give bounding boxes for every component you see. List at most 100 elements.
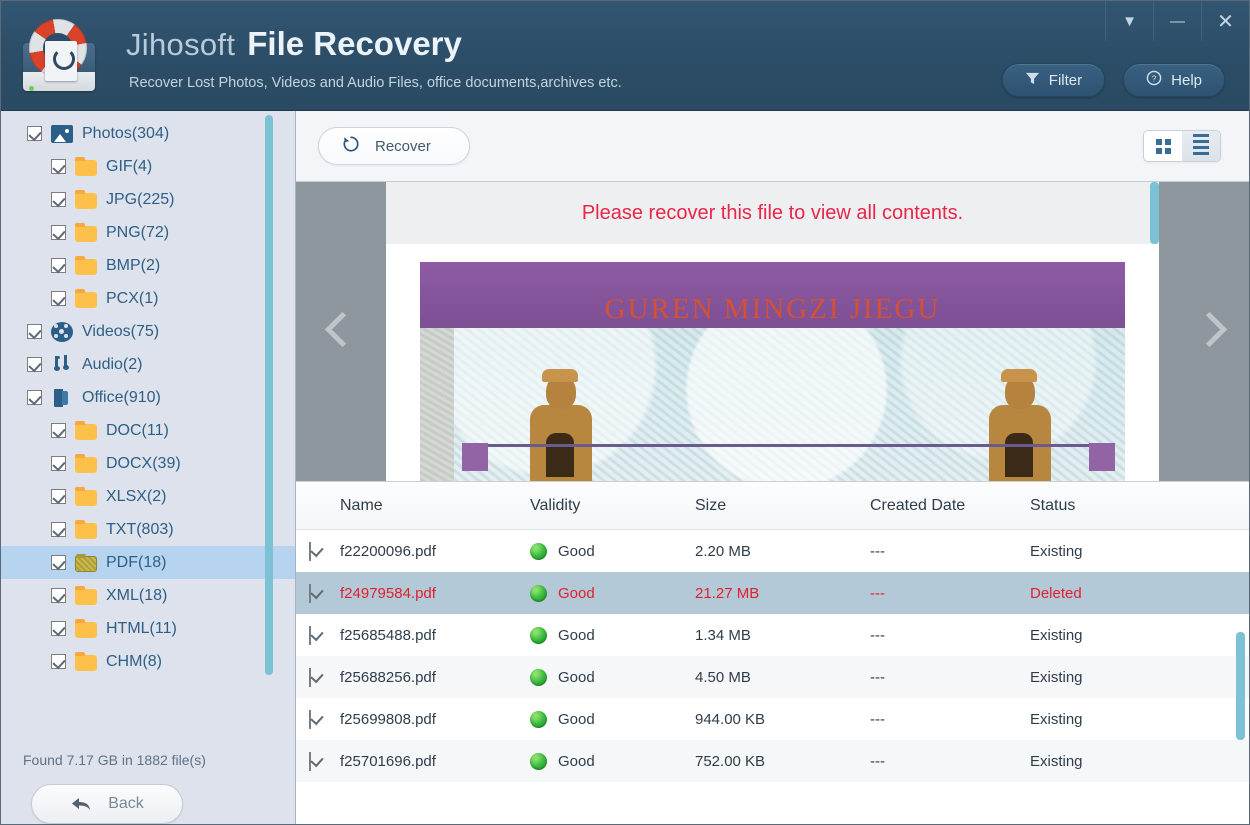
checkbox[interactable] bbox=[51, 555, 66, 570]
sidebar-item-label: Videos(75) bbox=[82, 322, 160, 340]
checkbox[interactable] bbox=[51, 192, 66, 207]
row-checkbox[interactable] bbox=[309, 751, 311, 771]
list-view-button[interactable] bbox=[1182, 131, 1220, 161]
row-checkbox-cell bbox=[296, 709, 340, 729]
checkbox[interactable] bbox=[51, 654, 66, 669]
table-row[interactable]: f25685488.pdf Good 1.34 MB --- Existing bbox=[296, 614, 1249, 656]
help-button[interactable]: ? Help bbox=[1123, 63, 1225, 97]
sidebar-item-docx[interactable]: DOCX(39) bbox=[1, 447, 295, 480]
checkbox[interactable] bbox=[51, 456, 66, 471]
sidebar-item-xlsx[interactable]: XLSX(2) bbox=[1, 480, 295, 513]
back-arrow-icon bbox=[70, 795, 92, 813]
checkbox[interactable] bbox=[27, 390, 42, 405]
table-row[interactable]: f25701696.pdf Good 752.00 KB --- Existing bbox=[296, 740, 1249, 782]
sidebar-item-label: PNG(72) bbox=[106, 223, 170, 241]
column-header-name[interactable]: Name bbox=[340, 497, 530, 515]
sidebar-item-chm[interactable]: CHM(8) bbox=[1, 645, 295, 678]
validity-cell: Good bbox=[530, 752, 695, 770]
checkbox[interactable] bbox=[51, 225, 66, 240]
checkbox[interactable] bbox=[27, 126, 42, 141]
table-row[interactable]: f24979584.pdf Good 21.27 MB --- Deleted bbox=[296, 572, 1249, 614]
checkbox[interactable] bbox=[27, 357, 42, 372]
checkbox[interactable] bbox=[51, 159, 66, 174]
file-name-cell: f24979584.pdf bbox=[340, 584, 436, 602]
sidebar-item-bmp[interactable]: BMP(2) bbox=[1, 249, 295, 282]
recover-button[interactable]: Recover bbox=[318, 127, 470, 165]
checkbox[interactable] bbox=[51, 291, 66, 306]
validity-cell: Good bbox=[530, 542, 695, 560]
file-size-cell: 21.27 MB bbox=[695, 584, 760, 602]
file-type-tree[interactable]: Photos(304) GIF(4) JPG(225) PNG(72) BMP(2) PC… bbox=[1, 111, 295, 738]
sidebar-item-html[interactable]: HTML(11) bbox=[1, 612, 295, 645]
sidebar-item-photos[interactable]: Photos(304) bbox=[1, 117, 295, 150]
sidebar: Photos(304) GIF(4) JPG(225) PNG(72) BMP(2) PC… bbox=[1, 111, 296, 824]
recover-notice: Please recover this file to view all con… bbox=[386, 182, 1159, 244]
row-checkbox[interactable] bbox=[309, 625, 311, 645]
minimize-icon[interactable]: — bbox=[1153, 1, 1201, 41]
back-button[interactable]: Back bbox=[31, 784, 183, 824]
sidebar-item-videos[interactable]: Videos(75) bbox=[1, 315, 295, 348]
checkbox[interactable] bbox=[27, 324, 42, 339]
column-header-validity[interactable]: Validity bbox=[530, 497, 695, 515]
validity-label: Good bbox=[558, 626, 595, 644]
file-status-cell: Existing bbox=[1030, 668, 1083, 686]
filter-button[interactable]: Filter bbox=[1001, 63, 1106, 97]
column-header-size[interactable]: Size bbox=[695, 497, 870, 515]
row-checkbox[interactable] bbox=[309, 583, 311, 603]
preview-next-button[interactable] bbox=[1159, 182, 1249, 481]
table-row[interactable]: f25699808.pdf Good 944.00 KB --- Existing bbox=[296, 698, 1249, 740]
sidebar-item-label: HTML(11) bbox=[106, 619, 177, 637]
file-name-cell: f25688256.pdf bbox=[340, 668, 436, 686]
checkbox[interactable] bbox=[51, 258, 66, 273]
row-checkbox[interactable] bbox=[309, 667, 311, 687]
sidebar-scrollbar-thumb[interactable] bbox=[265, 115, 273, 675]
sidebar-item-pdf[interactable]: PDF(18) bbox=[1, 546, 295, 579]
table-row[interactable]: f25688256.pdf Good 4.50 MB --- Existing bbox=[296, 656, 1249, 698]
table-row[interactable]: f22200096.pdf Good 2.20 MB --- Existing bbox=[296, 530, 1249, 572]
file-status-cell: Existing bbox=[1030, 626, 1083, 644]
file-size-cell: 1.34 MB bbox=[695, 626, 751, 644]
created-date-cell: --- bbox=[870, 752, 885, 770]
row-checkbox-cell bbox=[296, 751, 340, 771]
sidebar-item-label: GIF(4) bbox=[106, 157, 153, 175]
cover-figure-left bbox=[516, 369, 612, 481]
checkbox[interactable] bbox=[51, 621, 66, 636]
created-date-cell: --- bbox=[870, 710, 885, 728]
row-checkbox[interactable] bbox=[309, 709, 311, 729]
row-checkbox[interactable] bbox=[309, 541, 311, 561]
checkbox[interactable] bbox=[51, 522, 66, 537]
preview-prev-button[interactable] bbox=[296, 182, 386, 481]
sidebar-item-pcx[interactable]: PCX(1) bbox=[1, 282, 295, 315]
column-header-created-date[interactable]: Created Date bbox=[870, 497, 1030, 515]
preview-scrollbar-thumb[interactable] bbox=[1150, 182, 1159, 244]
file-size-cell: 2.20 MB bbox=[695, 542, 751, 560]
file-size-cell: 752.00 KB bbox=[695, 752, 766, 770]
column-header-status[interactable]: Status bbox=[1030, 497, 1249, 515]
sidebar-item-jpg[interactable]: JPG(225) bbox=[1, 183, 295, 216]
sidebar-item-doc[interactable]: DOC(11) bbox=[1, 414, 295, 447]
checkbox[interactable] bbox=[51, 423, 66, 438]
dropdown-icon[interactable]: ▼ bbox=[1105, 1, 1153, 41]
list-icon bbox=[1193, 134, 1209, 158]
checkbox[interactable] bbox=[51, 489, 66, 504]
table-scrollbar-thumb[interactable] bbox=[1236, 632, 1245, 740]
sidebar-item-office[interactable]: Office(910) bbox=[1, 381, 295, 414]
sidebar-item-png[interactable]: PNG(72) bbox=[1, 216, 295, 249]
status-badge bbox=[530, 584, 547, 602]
grid-icon bbox=[1155, 138, 1171, 154]
close-icon[interactable]: ✕ bbox=[1201, 1, 1249, 41]
preview-content: Please recover this file to view all con… bbox=[386, 182, 1159, 481]
grid-view-button[interactable] bbox=[1144, 131, 1182, 161]
file-status-cell: Deleted bbox=[1030, 584, 1082, 602]
preview-scrollbar-track[interactable] bbox=[1149, 182, 1159, 481]
validity-label: Good bbox=[558, 668, 595, 686]
created-date-cell: --- bbox=[870, 668, 885, 686]
sidebar-item-txt[interactable]: TXT(803) bbox=[1, 513, 295, 546]
sidebar-item-audio[interactable]: Audio(2) bbox=[1, 348, 295, 381]
sidebar-item-gif[interactable]: GIF(4) bbox=[1, 150, 295, 183]
checkbox[interactable] bbox=[51, 588, 66, 603]
sidebar-item-xml[interactable]: XML(18) bbox=[1, 579, 295, 612]
sidebar-item-label: XML(18) bbox=[106, 586, 168, 604]
validity-label: Good bbox=[558, 710, 595, 728]
file-table: Name Validity Size Created Date Status f… bbox=[296, 481, 1249, 824]
